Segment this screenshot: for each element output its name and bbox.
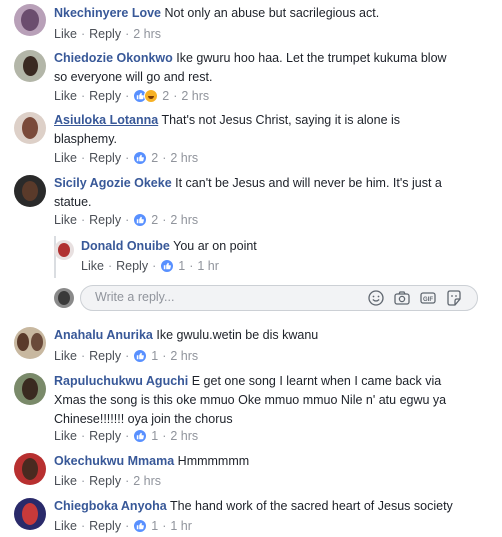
like-reaction-icon xyxy=(133,519,148,533)
reactions[interactable]: 1 xyxy=(133,518,158,534)
timestamp[interactable]: 2 hrs xyxy=(170,428,198,444)
like-reaction-icon xyxy=(160,259,175,273)
timestamp[interactable]: 2 hrs xyxy=(133,473,161,489)
avatar[interactable] xyxy=(14,327,46,359)
reply-link[interactable]: Reply xyxy=(89,88,121,104)
like-link[interactable]: Like xyxy=(54,212,77,228)
commenter-name[interactable]: Asiuloka Lotanna xyxy=(54,113,158,127)
reply-link[interactable]: Reply xyxy=(89,518,121,534)
like-link[interactable]: Like xyxy=(54,26,77,42)
sticker-icon[interactable] xyxy=(445,289,463,307)
commenter-name[interactable]: Chiedozie Okonkwo xyxy=(54,51,173,65)
comment-text: Ike gwulu.wetin be dis kwanu xyxy=(156,328,319,342)
comment-text: The hand work of the sacred heart of Jes… xyxy=(170,499,453,513)
like-link[interactable]: Like xyxy=(54,150,77,166)
timestamp[interactable]: 2 hrs xyxy=(170,348,198,364)
commenter-name[interactable]: Rapuluchukwu Aguchi xyxy=(54,374,188,388)
comment-text: Chinese!!!!!!! oya join the chorus xyxy=(54,412,233,426)
like-reaction-icon xyxy=(133,151,148,165)
reply-link[interactable]: Reply xyxy=(116,258,148,274)
reply-link[interactable]: Reply xyxy=(89,150,121,166)
like-reaction-icon xyxy=(133,429,148,443)
timestamp[interactable]: 2 hrs xyxy=(170,150,198,166)
avatar[interactable] xyxy=(54,240,74,260)
timestamp[interactable]: 1 hr xyxy=(170,518,192,534)
like-link[interactable]: Like xyxy=(81,258,104,274)
reply-link[interactable]: Reply xyxy=(89,212,121,228)
reaction-count: 2 xyxy=(151,151,159,165)
current-user-avatar xyxy=(54,288,74,308)
like-link[interactable]: Like xyxy=(54,348,77,364)
commenter-name[interactable]: Chiegboka Anyoha xyxy=(54,499,167,513)
timestamp[interactable]: 2 hrs xyxy=(170,212,198,228)
reaction-count: 2 xyxy=(151,213,159,227)
reactions[interactable]: 2 xyxy=(133,212,158,228)
reactions[interactable]: 1 xyxy=(133,348,158,364)
commenter-name[interactable]: Donald Onuibe xyxy=(81,239,170,253)
reply-link[interactable]: Reply xyxy=(89,428,121,444)
comment-text: You ar on point xyxy=(173,239,257,253)
reply-composer[interactable]: GIF xyxy=(80,285,478,311)
reactions[interactable]: 1 xyxy=(133,428,158,444)
commenter-name[interactable]: Sicily Agozie Okeke xyxy=(54,176,172,190)
reaction-count: 1 xyxy=(178,259,186,273)
comment-text: statue. xyxy=(54,195,92,209)
reaction-count: 2 xyxy=(162,89,170,103)
like-link[interactable]: Like xyxy=(54,473,77,489)
timestamp[interactable]: 1 hr xyxy=(197,258,219,274)
commenter-name[interactable]: Okechukwu Mmama xyxy=(54,454,174,468)
comment-text: so everyone will go and rest. xyxy=(54,70,213,84)
gif-icon[interactable]: GIF xyxy=(419,289,437,307)
commenter-name[interactable]: Anahalu Anurika xyxy=(54,328,153,342)
reply-link[interactable]: Reply xyxy=(89,26,121,42)
comment-text: Ike gwuru hoo haa. Let the trumpet kukum… xyxy=(176,51,447,65)
comment-text: That's not Jesus Christ, saying it is al… xyxy=(161,113,401,127)
avatar[interactable] xyxy=(14,498,46,530)
avatar[interactable] xyxy=(14,112,46,144)
like-link[interactable]: Like xyxy=(54,88,77,104)
avatar[interactable] xyxy=(14,373,46,405)
camera-icon[interactable] xyxy=(393,289,411,307)
avatar[interactable] xyxy=(14,4,46,36)
reactions[interactable]: 2 xyxy=(133,88,169,104)
comment-text: It can't be Jesus and will never be him.… xyxy=(175,176,442,190)
comment-text: Xmas the song is this oke mmuo Oke mmuo … xyxy=(54,393,447,407)
comment-text: E get one song I learnt when I came back… xyxy=(191,374,442,388)
reaction-count: 1 xyxy=(151,349,159,363)
avatar[interactable] xyxy=(14,50,46,82)
reaction-count: 1 xyxy=(151,519,159,533)
comment-text: Hmmmmmm xyxy=(177,454,250,468)
like-link[interactable]: Like xyxy=(54,518,77,534)
reaction-count: 1 xyxy=(151,429,159,443)
reply-link[interactable]: Reply xyxy=(89,473,121,489)
emoji-icon[interactable] xyxy=(367,289,385,307)
like-reaction-icon xyxy=(133,349,148,363)
avatar[interactable] xyxy=(14,175,46,207)
reactions[interactable]: 2 xyxy=(133,150,158,166)
svg-text:GIF: GIF xyxy=(423,297,433,303)
reactions[interactable]: 1 xyxy=(160,258,185,274)
like-reaction-icon xyxy=(133,213,148,227)
reply-link[interactable]: Reply xyxy=(89,348,121,364)
timestamp[interactable]: 2 hrs xyxy=(133,26,161,42)
avatar[interactable] xyxy=(14,453,46,485)
comment-text: Not only an abuse but sacrilegious act. xyxy=(164,6,380,20)
timestamp[interactable]: 2 hrs xyxy=(181,88,209,104)
commenter-name[interactable]: Nkechinyere Love xyxy=(54,6,161,20)
haha-reaction-icon xyxy=(144,89,159,103)
comment-text: blasphemy. xyxy=(54,132,117,146)
reply-input[interactable] xyxy=(93,289,347,305)
like-link[interactable]: Like xyxy=(54,428,77,444)
